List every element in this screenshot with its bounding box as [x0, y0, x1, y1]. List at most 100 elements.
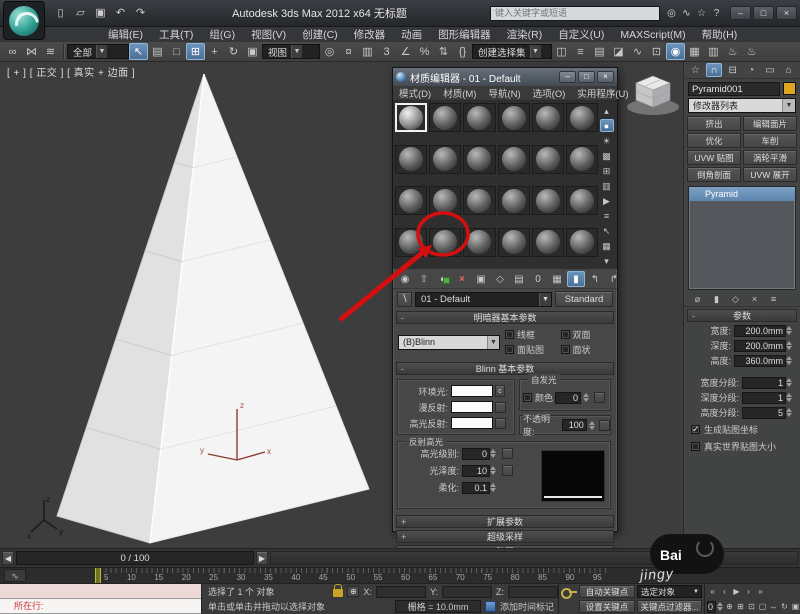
depth-field[interactable]: 200.0mm: [734, 340, 786, 352]
play-icon[interactable]: ▶: [731, 586, 742, 598]
tab-motion[interactable]: ◔: [743, 63, 759, 77]
auto-key-button[interactable]: 自动关键点: [579, 585, 635, 598]
sample-slot[interactable]: [566, 145, 598, 174]
sample-slot[interactable]: [395, 145, 427, 174]
sample-slot[interactable]: [532, 228, 564, 257]
menu-item[interactable]: 动画: [393, 27, 430, 42]
render-frame-window-icon[interactable]: ▥: [704, 43, 723, 60]
sample-slot[interactable]: [532, 145, 564, 174]
backlight-icon[interactable]: ☀: [600, 134, 614, 147]
select-and-link-icon[interactable]: ∞: [3, 43, 22, 60]
snap-toggle-3d-icon[interactable]: 3: [377, 43, 396, 60]
show-end-result-icon[interactable]: ▮: [567, 271, 585, 287]
opacity-map-button[interactable]: [599, 420, 610, 431]
put-material-to-scene-icon[interactable]: ⇧: [415, 271, 433, 287]
undo-icon[interactable]: ↶: [112, 6, 129, 21]
parameters-rollout-header[interactable]: -参数: [687, 309, 797, 322]
time-slider-prev-icon[interactable]: ◀: [2, 551, 14, 565]
me-menu-item[interactable]: 材质(M): [437, 86, 482, 100]
scroll-down-icon[interactable]: ▾: [600, 254, 614, 267]
absolute-mode-icon[interactable]: ⊕: [347, 586, 359, 597]
menu-item[interactable]: 渲染(R): [499, 27, 551, 42]
menu-item[interactable]: 工具(T): [151, 27, 201, 42]
next-frame-icon[interactable]: ›: [743, 586, 754, 598]
sample-slot[interactable]: [429, 186, 461, 215]
material-id-channel-icon[interactable]: 0: [529, 271, 547, 287]
minimize-button[interactable]: –: [730, 6, 751, 20]
goto-end-icon[interactable]: »: [755, 586, 766, 598]
specular-level-spinner[interactable]: [490, 448, 499, 460]
get-material-icon[interactable]: ◉: [396, 271, 414, 287]
make-preview-icon[interactable]: ▶: [600, 194, 614, 207]
schematic-view-icon[interactable]: ⊡: [647, 43, 666, 60]
use-pivot-center-icon[interactable]: ◎: [320, 43, 339, 60]
unlink-selection-icon[interactable]: ⋈: [22, 43, 41, 60]
modifier-button[interactable]: 车削: [743, 133, 797, 148]
menu-item[interactable]: 修改器: [346, 27, 394, 42]
modifier-stack[interactable]: Pyramid: [688, 186, 796, 290]
show-end-result-stack-icon[interactable]: ▮: [709, 292, 724, 305]
modifier-button[interactable]: 挤出: [687, 116, 741, 131]
menu-item[interactable]: 视图(V): [243, 27, 294, 42]
height-segs-field[interactable]: 5: [742, 407, 786, 419]
pan-icon[interactable]: ↔: [768, 601, 779, 613]
depth-segs-field[interactable]: 1: [742, 392, 786, 404]
modifier-list-dropdown[interactable]: 修改器列表▼: [688, 98, 796, 113]
material-map-navigator-icon[interactable]: ▦: [600, 239, 614, 252]
modifier-button[interactable]: UVW 贴图: [687, 150, 741, 165]
tab-display[interactable]: ▭: [762, 63, 778, 77]
prev-frame-icon[interactable]: ‹: [719, 586, 730, 598]
close-button[interactable]: ×: [776, 6, 797, 20]
maximize-button[interactable]: □: [753, 6, 774, 20]
make-material-copy-icon[interactable]: ▣: [472, 271, 490, 287]
sample-slot[interactable]: [566, 103, 598, 132]
mirror-icon[interactable]: ◫: [552, 43, 571, 60]
sample-slot[interactable]: [429, 103, 461, 132]
orbit-icon[interactable]: ↻: [779, 601, 790, 613]
pin-stack-icon[interactable]: ⌀: [690, 292, 705, 305]
align-icon[interactable]: ≡: [571, 43, 590, 60]
time-tag-icon[interactable]: [485, 601, 496, 612]
menu-item[interactable]: 自定义(U): [550, 27, 612, 42]
current-frame-marker[interactable]: [95, 568, 101, 583]
collapsed-rollout-header[interactable]: +贴图: [396, 545, 614, 548]
self-illum-spinner[interactable]: [583, 392, 592, 404]
edit-named-sets-icon[interactable]: {}: [453, 43, 472, 60]
shader-rollout-header[interactable]: -明暗器基本参数: [396, 311, 614, 324]
communication-center-icon[interactable]: ∿: [679, 8, 694, 19]
angle-snap-icon[interactable]: ∠: [396, 43, 415, 60]
specular-map-button[interactable]: [495, 418, 506, 429]
tab-hierarchy[interactable]: ⊟: [725, 63, 741, 77]
width-segs-spinner[interactable]: [786, 377, 795, 389]
shader-flag-checkbox[interactable]: 双面: [561, 328, 613, 341]
me-menu-item[interactable]: 导航(N): [482, 86, 526, 100]
quick-render-icon[interactable]: ♨: [742, 43, 761, 60]
sample-slot[interactable]: [566, 186, 598, 215]
bind-to-space-warp-icon[interactable]: ≋: [41, 43, 60, 60]
redo-icon[interactable]: ↷: [132, 6, 149, 21]
video-color-check-icon[interactable]: ▥: [600, 179, 614, 192]
remove-modifier-icon[interactable]: ×: [747, 292, 762, 305]
specular-level-map-button[interactable]: [502, 448, 513, 459]
selection-filter-dropdown[interactable]: 全部▼: [67, 44, 129, 59]
diffuse-map-button[interactable]: [495, 402, 506, 413]
material-editor-icon[interactable]: ◉: [666, 43, 685, 60]
generate-mapping-checkbox[interactable]: 生成贴图坐标: [691, 423, 800, 436]
sample-slot[interactable]: [498, 103, 530, 132]
width-field[interactable]: 200.0mm: [734, 325, 786, 337]
set-key-button[interactable]: 设置关键点: [579, 600, 635, 613]
ambient-color-swatch[interactable]: [451, 385, 493, 397]
menu-item[interactable]: 图形编辑器: [430, 27, 499, 42]
collapsed-rollout-header[interactable]: +超级采样: [396, 530, 614, 543]
opacity-value[interactable]: 100: [562, 419, 587, 431]
material-name-dropdown[interactable]: 01 - Default▼: [415, 292, 552, 307]
select-and-scale-icon[interactable]: ▣: [243, 43, 262, 60]
me-minimize-button[interactable]: –: [559, 71, 576, 83]
tab-modify[interactable]: ∩: [706, 63, 722, 77]
show-map-in-viewport-icon[interactable]: ▦: [548, 271, 566, 287]
window-crossing-icon[interactable]: ⊞: [186, 43, 205, 60]
time-slider-frame[interactable]: 0 / 100: [16, 551, 254, 565]
shader-type-dropdown[interactable]: (B)Blinn▼: [398, 335, 500, 350]
sample-slot[interactable]: [463, 228, 495, 257]
sample-slot[interactable]: [532, 186, 564, 215]
